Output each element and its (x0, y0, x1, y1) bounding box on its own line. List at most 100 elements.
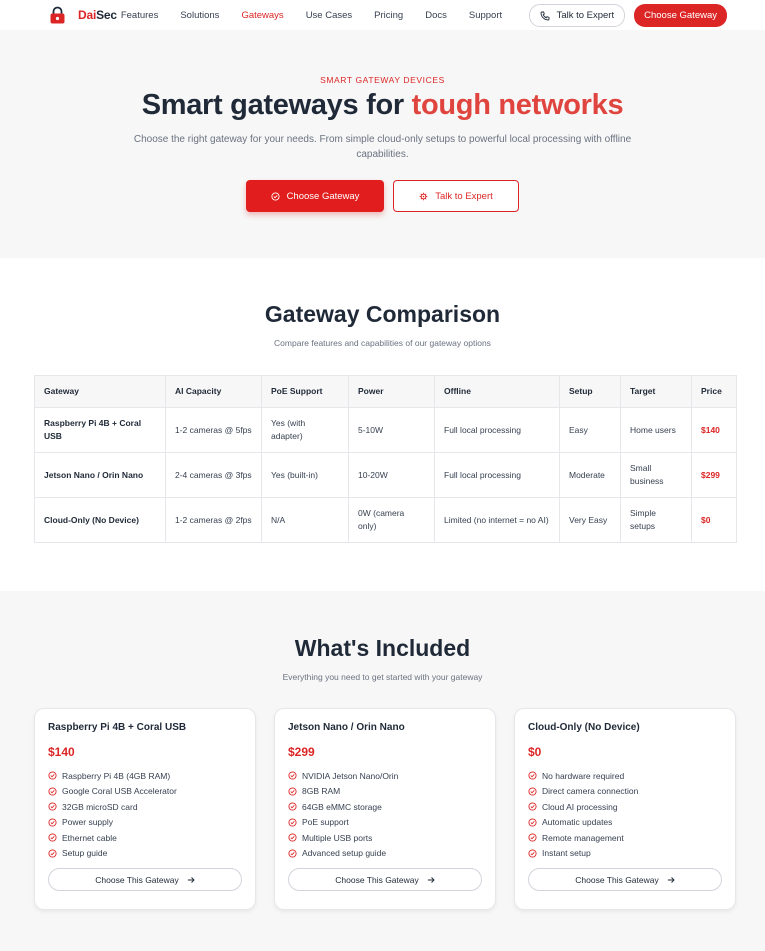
hero-choose-gateway-button[interactable]: Choose Gateway (246, 180, 384, 212)
check-circle-icon (48, 787, 57, 796)
phone-icon (540, 11, 550, 20)
gateway-card-cloud-only: Cloud-Only (No Device) $0 No hardware re… (514, 708, 736, 910)
table-cell: 2-4 cameras @ 3fps (165, 452, 262, 498)
feature-label: No hardware required (542, 770, 625, 781)
nav-link-docs[interactable]: Docs (425, 10, 447, 21)
comparison-subtitle: Compare features and capabilities of our… (274, 338, 491, 348)
nav-link-solutions[interactable]: Solutions (180, 10, 219, 21)
check-circle-icon (288, 787, 297, 796)
feature-label: Cloud AI processing (542, 801, 618, 812)
feature-list: Raspberry Pi 4B (4GB RAM) Google Coral U… (48, 768, 242, 861)
choose-this-gateway-button[interactable]: Choose This Gateway (288, 868, 482, 891)
included-section: What's Included Everything you need to g… (0, 591, 765, 951)
table-cell: Limited (no internet = no AI) (434, 497, 560, 543)
table-row: Raspberry Pi 4B + Coral USB 1-2 cameras … (34, 407, 737, 453)
col-header: Setup (559, 375, 621, 408)
nav-link-support[interactable]: Support (469, 10, 502, 21)
hero-buttons: Choose Gateway Talk to Expert (0, 180, 765, 212)
table-header-row: Gateway AI Capacity PoE Support Power Of… (34, 375, 737, 408)
card-button-label: Choose This Gateway (95, 874, 179, 885)
nav-talk-label: Talk to Expert (556, 10, 615, 21)
col-header: Offline (434, 375, 560, 408)
arrow-right-icon (427, 876, 435, 883)
nav-link-features[interactable]: Features (121, 10, 159, 21)
card-title: Cloud-Only (No Device) (528, 722, 640, 733)
top-nav: DaiSec Features Solutions Gateways Use C… (0, 0, 765, 30)
feature-label: Google Coral USB Accelerator (62, 786, 177, 797)
col-header: Gateway (34, 375, 166, 408)
card-button-label: Choose This Gateway (575, 874, 659, 885)
list-item: 8GB RAM (288, 784, 482, 800)
list-item: Setup guide (48, 846, 242, 862)
table-row: Jetson Nano / Orin Nano 2-4 cameras @ 3f… (34, 452, 737, 498)
check-circle-icon (48, 802, 57, 811)
list-item: NVIDIA Jetson Nano/Orin (288, 768, 482, 784)
choose-this-gateway-button[interactable]: Choose This Gateway (528, 868, 722, 891)
feature-label: Advanced setup guide (302, 848, 387, 859)
table-cell: Very Easy (559, 497, 621, 543)
card-price: $299 (288, 745, 315, 759)
nav-talk-to-expert-button[interactable]: Talk to Expert (528, 4, 626, 27)
list-item: 64GB eMMC storage (288, 799, 482, 815)
gateway-card-jetson: Jetson Nano / Orin Nano $299 NVIDIA Jets… (274, 708, 496, 910)
nav-link-use-cases[interactable]: Use Cases (306, 10, 352, 21)
choose-this-gateway-button[interactable]: Choose This Gateway (48, 868, 242, 891)
table-cell: Easy (559, 407, 621, 453)
list-item: Instant setup (528, 846, 722, 862)
feature-label: PoE support (302, 817, 349, 828)
card-button-label: Choose This Gateway (335, 874, 419, 885)
table-cell: Simple setups (620, 497, 692, 543)
comparison-table: Gateway AI Capacity PoE Support Power Of… (34, 375, 737, 543)
hero-subtitle: Choose the right gateway for your needs.… (133, 134, 632, 160)
gateway-cards: Raspberry Pi 4B + Coral USB $140 Raspber… (34, 708, 765, 910)
feature-list: NVIDIA Jetson Nano/Orin 8GB RAM 64GB eMM… (288, 768, 482, 861)
table-cell: Cloud-Only (No Device) (34, 497, 166, 543)
check-circle-icon (288, 849, 297, 858)
feature-label: Power supply (62, 817, 114, 828)
brand-name: DaiSec (78, 8, 117, 22)
table-cell-price: $299 (691, 452, 737, 498)
table-cell: Yes (built-in) (261, 452, 349, 498)
feature-label: Direct camera connection (542, 786, 639, 797)
gateway-card-raspberry-pi: Raspberry Pi 4B + Coral USB $140 Raspber… (34, 708, 256, 910)
card-price: $140 (48, 745, 75, 759)
feature-label: NVIDIA Jetson Nano/Orin (302, 770, 399, 781)
table-cell: 0W (camera only) (348, 497, 435, 543)
list-item: No hardware required (528, 768, 722, 784)
nav-link-gateways[interactable]: Gateways (241, 10, 283, 21)
table-cell: Small business (620, 452, 692, 498)
comparison-title: Gateway Comparison (264, 301, 501, 327)
table-row: Cloud-Only (No Device) 1-2 cameras @ 2fp… (34, 497, 737, 543)
col-header: Power (348, 375, 435, 408)
check-circle-icon (271, 191, 280, 201)
comparison-section: Gateway Comparison Compare features and … (0, 258, 765, 591)
card-title: Raspberry Pi 4B + Coral USB (48, 722, 187, 733)
table-cell: 5-10W (348, 407, 435, 453)
feature-label: Automatic updates (542, 817, 613, 828)
col-header: Price (691, 375, 737, 408)
list-item: Google Coral USB Accelerator (48, 784, 242, 800)
hero-talk-to-expert-button[interactable]: Talk to Expert (393, 180, 519, 212)
hero-title: Smart gateways for tough networks (0, 89, 765, 122)
table-cell: 10-20W (348, 452, 435, 498)
table-cell-price: $140 (691, 407, 737, 453)
feature-label: Ethernet cable (62, 832, 117, 843)
nav-choose-gateway-button[interactable]: Choose Gateway (634, 4, 727, 27)
table-cell: 1-2 cameras @ 5fps (165, 407, 262, 453)
feature-label: Instant setup (542, 848, 591, 859)
list-item: Multiple USB ports (288, 830, 482, 846)
brand-name-part-2: Sec (96, 8, 117, 22)
feature-label: 8GB RAM (302, 786, 341, 797)
lock-logo-icon (50, 6, 65, 24)
table-cell: 1-2 cameras @ 2fps (165, 497, 262, 543)
table-cell-price: $0 (691, 497, 737, 543)
check-circle-icon (288, 802, 297, 811)
check-circle-icon (288, 818, 297, 827)
table-cell: Yes (with adapter) (261, 407, 349, 453)
brand[interactable]: DaiSec (49, 6, 117, 24)
check-circle-icon (48, 849, 57, 858)
gear-icon (419, 192, 428, 200)
check-circle-icon (48, 818, 57, 827)
nav-link-pricing[interactable]: Pricing (374, 10, 403, 21)
list-item: Automatic updates (528, 815, 722, 831)
